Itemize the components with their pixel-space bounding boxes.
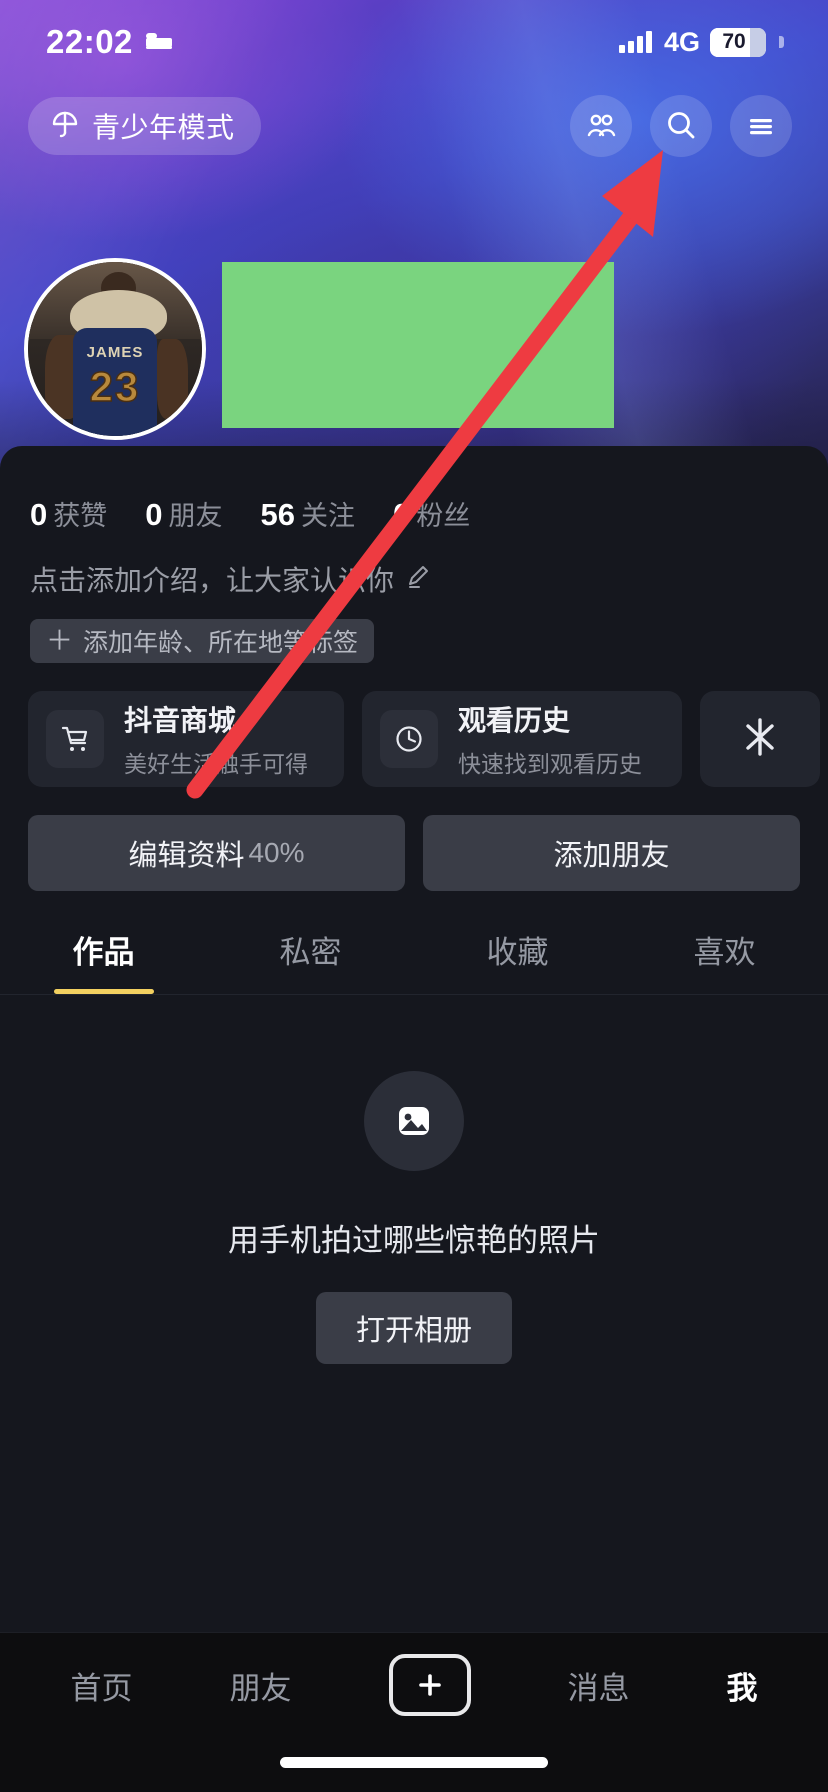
youth-mode-button[interactable]: 青少年模式	[28, 97, 261, 155]
nav-messages[interactable]: 消息	[568, 1663, 630, 1708]
status-time: 22:02	[46, 23, 133, 60]
stat-value: 56	[260, 497, 295, 532]
douyin-logo-icon	[737, 714, 783, 765]
profile-top-bar: 青少年模式	[0, 95, 828, 157]
bottom-nav-items: 首页 朋友 消息 我	[0, 1633, 828, 1737]
shortcut-card-subtitle: 快速找到观看历史	[458, 751, 642, 777]
stat-likes[interactable]: 0 获赞	[30, 494, 107, 533]
stat-value: 0	[30, 497, 48, 532]
battery-cap-icon	[779, 36, 784, 48]
add-friend-button[interactable]: 添加朋友	[423, 815, 800, 891]
avatar-jersey-name: JAMES	[86, 343, 144, 361]
tab-active-underline	[54, 989, 154, 994]
profile-action-buttons: 编辑资料 40% 添加朋友	[0, 787, 828, 891]
shortcut-card-partial[interactable]	[700, 691, 820, 787]
pencil-icon[interactable]	[406, 564, 432, 595]
nav-create-button[interactable]	[388, 1654, 471, 1716]
status-bar-left: 22:02	[46, 23, 173, 61]
image-placeholder-icon	[364, 1071, 464, 1171]
stat-followers[interactable]: 0 粉丝	[393, 494, 470, 533]
shortcut-card-row[interactable]: 抖音商城 美好生活触手可得 观看历史 快速找到观看历史	[0, 663, 828, 787]
tab-liked[interactable]: 喜欢	[621, 927, 828, 994]
status-bar-right: 4G 70	[618, 26, 784, 58]
shortcut-card-history[interactable]: 观看历史 快速找到观看历史	[362, 691, 682, 787]
avatar-image: JAMES 23	[28, 262, 202, 436]
nav-friends[interactable]: 朋友	[230, 1663, 292, 1708]
nav-home[interactable]: 首页	[71, 1663, 133, 1708]
plus-icon: ＋	[46, 625, 73, 656]
add-friend-label: 添加朋友	[553, 840, 670, 872]
avatar-jersey-number: 23	[89, 362, 141, 411]
edit-profile-label: 编辑资料	[128, 840, 245, 872]
stat-label: 获赞	[53, 501, 108, 531]
add-tags-button[interactable]: ＋ 添加年龄、所在地等标签	[30, 619, 375, 663]
header-icon-group	[570, 95, 792, 157]
signal-strength-icon	[618, 31, 652, 53]
clock-icon	[380, 710, 438, 768]
profile-stats: 0 获赞 0 朋友 56 关注 0 粉丝	[0, 446, 828, 533]
network-type-label: 4G	[663, 26, 700, 57]
stat-label: 关注	[300, 501, 355, 531]
cart-icon	[46, 710, 104, 768]
stat-value: 0	[145, 497, 163, 532]
shortcut-card-text: 抖音商城 美好生活触手可得	[124, 699, 308, 779]
edit-profile-progress: 40%	[248, 837, 305, 868]
bio-placeholder-text: 点击添加介绍，让大家认识你	[30, 565, 395, 596]
empty-state-text: 用手机拍过哪些惊艳的照片	[228, 1223, 600, 1258]
friends-icon[interactable]	[570, 95, 632, 157]
stat-label: 粉丝	[416, 501, 471, 531]
battery-indicator: 70	[710, 27, 766, 57]
stat-label: 朋友	[168, 501, 223, 531]
stat-following[interactable]: 56 关注	[261, 494, 355, 533]
bottom-navigation: 首页 朋友 消息 我	[0, 1632, 828, 1792]
content-tabs: 作品 私密 收藏 喜欢	[0, 891, 828, 994]
umbrella-icon	[50, 109, 80, 144]
redaction-overlay	[222, 262, 614, 428]
app-screen: 22:02 4G 70 青少年模式 JAMES 23 0 获赞 0 朋友 56 …	[0, 0, 828, 1792]
battery-percent-label: 70	[722, 30, 746, 53]
bio-row[interactable]: 点击添加介绍，让大家认识你	[0, 533, 828, 599]
search-icon[interactable]	[650, 95, 712, 157]
shortcut-card-mall[interactable]: 抖音商城 美好生活触手可得	[28, 691, 344, 787]
shortcut-card-text: 观看历史 快速找到观看历史	[458, 699, 642, 779]
profile-content-sheet: 0 获赞 0 朋友 56 关注 0 粉丝 点击添加介绍，让大家认识你 ＋ 添加年…	[0, 446, 828, 1792]
shortcut-card-title: 抖音商城	[124, 705, 237, 736]
home-indicator	[280, 1757, 548, 1768]
stat-value: 0	[392, 497, 411, 532]
tab-favorites[interactable]: 收藏	[414, 927, 621, 994]
tab-works[interactable]: 作品	[0, 927, 207, 994]
open-album-button[interactable]: 打开相册	[316, 1292, 512, 1364]
empty-state: 用手机拍过哪些惊艳的照片 打开相册	[0, 995, 828, 1364]
menu-icon[interactable]	[730, 95, 792, 157]
stat-friends[interactable]: 0 朋友	[145, 494, 222, 533]
tab-private[interactable]: 私密	[207, 927, 414, 994]
bed-icon	[145, 30, 173, 55]
avatar[interactable]: JAMES 23	[24, 258, 206, 440]
status-bar: 22:02 4G 70	[0, 0, 828, 84]
youth-mode-label: 青少年模式	[92, 112, 235, 143]
shortcut-card-subtitle: 美好生活触手可得	[124, 751, 308, 777]
edit-profile-button[interactable]: 编辑资料 40%	[28, 815, 405, 891]
nav-me[interactable]: 我	[727, 1663, 758, 1708]
add-tags-label: 添加年龄、所在地等标签	[83, 629, 359, 657]
shortcut-card-title: 观看历史	[458, 705, 571, 736]
